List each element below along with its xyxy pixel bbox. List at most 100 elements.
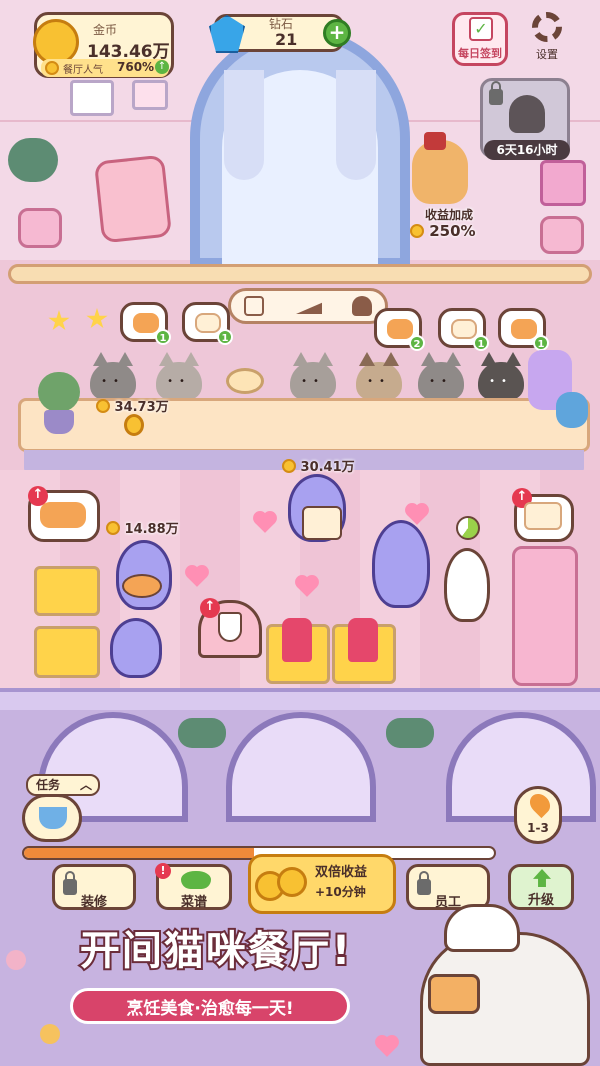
fridge-station[interactable] <box>512 546 578 686</box>
coin-icon <box>96 399 110 413</box>
customer-cat[interactable]: •• <box>90 352 136 400</box>
lock-icon <box>489 81 503 105</box>
gear-icon <box>532 12 562 42</box>
customer-cat[interactable]: •• <box>478 352 524 400</box>
promo-banner: 开间猫咪餐厅! <box>26 918 406 994</box>
grill-station[interactable] <box>34 626 100 678</box>
bonus-label: 收益加成 <box>425 208 474 222</box>
food-icon <box>195 313 221 333</box>
coin-icon <box>106 521 120 535</box>
calendar-check-icon: ✓ <box>469 17 493 41</box>
alert-badge: ! <box>155 863 171 879</box>
strawberry-cake-icon <box>428 974 480 1014</box>
gold-panel[interactable]: 金币 143.46万 餐厅人气 760% ↑ <box>33 12 174 78</box>
bread-icon <box>226 368 264 394</box>
popularity-label: 餐厅人气 <box>63 65 103 76</box>
settings-label: 设置 <box>536 48 558 61</box>
chef-hat-icon <box>444 904 520 952</box>
double-income-duration: +10分钟 <box>315 885 366 899</box>
gem-panel[interactable]: 钻石 21 + <box>209 14 351 53</box>
decorate-button[interactable]: 装修 <box>52 864 136 910</box>
customer-cat[interactable]: •• <box>290 352 336 400</box>
potted-plant-icon <box>38 372 80 412</box>
cat-picture-frame <box>132 80 168 110</box>
popularity-value: 760% <box>117 60 155 74</box>
order-bubble[interactable]: 1 <box>182 302 233 345</box>
recipe-bowl-icon <box>181 871 211 889</box>
bonsai-plant-icon <box>8 138 58 182</box>
upgrade-arrow-icon <box>533 869 551 887</box>
cat-picture-frame <box>70 80 114 116</box>
chef-cat[interactable] <box>110 618 162 678</box>
double-income-button[interactable]: 双倍收益 +10分钟 <box>248 854 396 914</box>
counter-top <box>8 264 592 284</box>
cake-icon <box>524 502 562 530</box>
order-bubble[interactable]: 2 <box>374 308 425 351</box>
upgrade-arrow-icon: ↑ <box>200 598 220 618</box>
decorate-label: 装修 <box>80 895 107 910</box>
waiter-cat[interactable] <box>372 520 430 608</box>
settings-button[interactable]: 设置 <box>524 10 570 64</box>
task-label: 任务 <box>36 778 61 792</box>
cat-house <box>540 160 586 206</box>
coin-drop-icon[interactable] <box>124 414 144 436</box>
customer-cat[interactable]: •• <box>418 352 464 400</box>
juicer-icon <box>348 618 378 662</box>
task-button[interactable] <box>22 794 82 842</box>
order-count: 1 <box>533 335 549 351</box>
lower-wall <box>0 688 600 710</box>
popularity-icon <box>45 61 59 75</box>
calico-cat[interactable] <box>444 548 490 622</box>
hanging-plant-icon <box>178 718 226 748</box>
money-counter[interactable]: 34.73万 <box>96 396 169 415</box>
recipe-button[interactable]: ! 菜谱 <box>155 863 232 910</box>
grill-station[interactable] <box>34 566 100 616</box>
promo-title: 开间猫咪餐厅! <box>78 926 353 976</box>
money-center[interactable]: 30.41万 <box>282 456 355 475</box>
popularity-row[interactable]: 餐厅人气 760% ↑ <box>41 59 169 77</box>
star-icon <box>86 308 108 329</box>
juicer-icon <box>282 618 312 662</box>
curtain-left <box>224 70 264 180</box>
daily-checkin-label: 每日签到 <box>458 47 502 60</box>
hanging-plant-icon <box>386 718 434 748</box>
star-icon <box>48 310 70 331</box>
cupcake-icon <box>352 296 372 316</box>
bonus-value: 250% <box>410 222 476 240</box>
customer-cat[interactable]: •• <box>156 352 202 400</box>
food-icon <box>133 313 159 333</box>
customer-cat[interactable]: •• <box>356 352 402 400</box>
taiyaki-icon <box>40 502 86 528</box>
window <box>226 712 376 822</box>
upgrade-button[interactable]: 升级 <box>508 864 574 910</box>
daily-checkin-button[interactable]: ✓ 每日签到 <box>452 12 508 66</box>
level-progress-fill <box>24 848 255 858</box>
paw-icon <box>40 1024 60 1044</box>
order-bubble[interactable]: 1 <box>438 308 489 351</box>
gem-value: 21 <box>275 30 298 49</box>
money-left[interactable]: 14.88万 <box>106 518 179 537</box>
gold-label: 金币 <box>93 23 118 37</box>
map-pin-icon <box>525 789 555 819</box>
order-bubble[interactable]: 1 <box>120 302 171 345</box>
order-count: 1 <box>217 329 233 345</box>
plant-pot <box>44 410 74 434</box>
task-toggle-button[interactable]: 任务 ︿ <box>26 774 100 796</box>
upgrade-label: 升级 <box>527 893 554 908</box>
paw-icon <box>6 950 26 970</box>
food-icon <box>511 319 537 339</box>
order-bubble[interactable]: 1 <box>498 308 549 351</box>
food-icon <box>387 319 413 339</box>
recipe-label: 菜谱 <box>180 895 207 910</box>
curtain-right <box>336 70 376 180</box>
double-income-title: 双倍收益 <box>315 865 368 880</box>
coin-icon <box>282 459 296 473</box>
unlock-timer: 6天16小时 <box>484 140 570 160</box>
cooking-timer-icon <box>456 516 480 540</box>
level-map-button[interactable]: 1-3 <box>514 786 562 844</box>
cat-menu-board[interactable] <box>93 154 173 244</box>
level-label: 1-3 <box>527 821 549 835</box>
paw-cushion <box>18 208 62 248</box>
cake-plate-icon <box>302 506 342 540</box>
add-gems-button[interactable]: + <box>323 19 351 47</box>
